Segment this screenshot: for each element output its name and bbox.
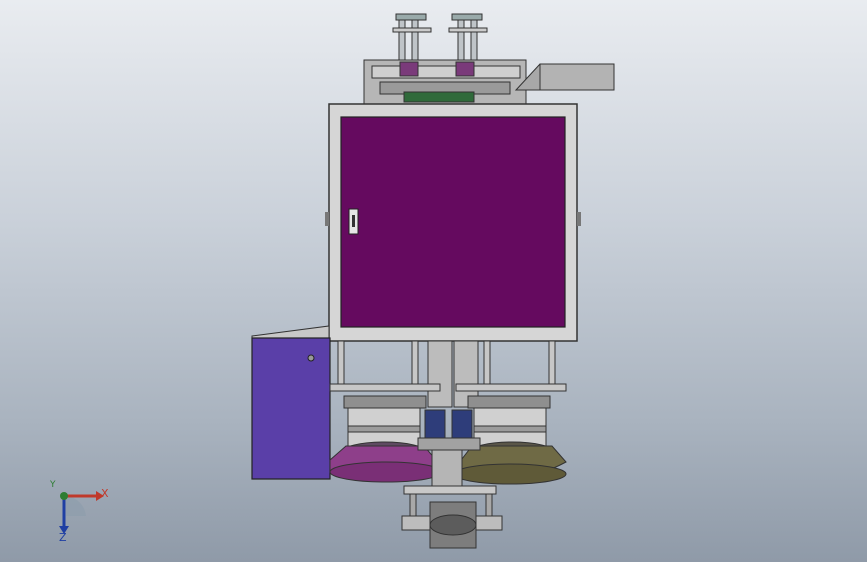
x-axis-label: X <box>101 487 109 500</box>
keyhole-icon <box>307 354 315 362</box>
y-axis-label: Y <box>50 480 56 490</box>
cad-model-view <box>251 13 615 549</box>
z-axis-label: Z <box>59 531 67 544</box>
side-box <box>251 325 331 480</box>
control-cabinet <box>325 103 581 342</box>
coordinate-triad: X Y Z <box>48 480 118 544</box>
bottom-motor <box>401 485 503 549</box>
cabinet-door <box>340 116 566 328</box>
top-mechanism <box>363 59 615 107</box>
cad-viewport[interactable]: X Y Z <box>0 0 867 562</box>
top-cylinder-assembly <box>392 13 488 61</box>
